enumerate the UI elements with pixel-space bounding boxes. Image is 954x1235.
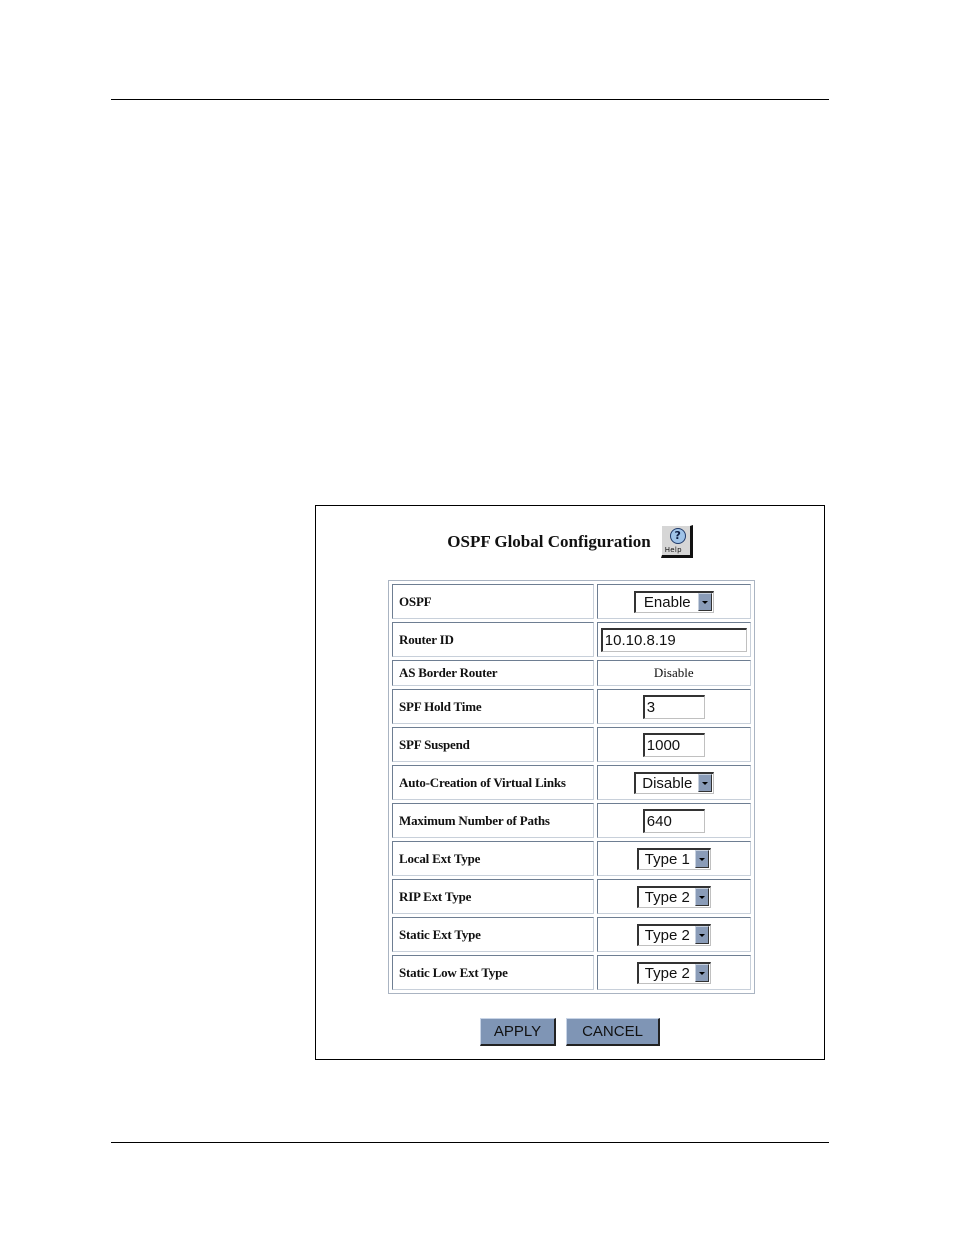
spf-suspend-input[interactable]: 1000 <box>642 732 705 757</box>
static-low-ext-type-select[interactable]: Type 2 <box>636 961 711 984</box>
rip-ext-type-label: RIP Ext Type <box>392 879 594 914</box>
static-ext-type-label: Static Ext Type <box>392 917 594 952</box>
header-rule <box>111 99 829 100</box>
max-paths-label: Maximum Number of Paths <box>392 803 594 838</box>
chevron-down-icon <box>697 593 712 611</box>
local-ext-type-label: Local Ext Type <box>392 841 594 876</box>
chevron-down-icon <box>694 964 709 982</box>
apply-button[interactable]: APPLY <box>480 1018 556 1046</box>
chevron-down-icon <box>694 926 709 944</box>
spf-hold-time-label: SPF Hold Time <box>392 689 594 724</box>
local-ext-type-select[interactable]: Type 1 <box>636 847 711 870</box>
auto-virtual-links-select[interactable]: Disable <box>633 771 714 794</box>
router-id-label: Router ID <box>392 622 594 657</box>
question-mark-icon: ? <box>669 527 686 544</box>
spf-suspend-label: SPF Suspend <box>392 727 594 762</box>
auto-virtual-links-label: Auto-Creation of Virtual Links <box>392 765 594 800</box>
chevron-down-icon <box>694 850 709 868</box>
cancel-button[interactable]: CANCEL <box>566 1018 660 1046</box>
table-row: SPF Hold Time 3 <box>392 689 751 724</box>
footer-rule <box>111 1142 829 1143</box>
page-title: OSPF Global Configuration <box>447 532 651 551</box>
table-row: RIP Ext Type Type 2 <box>392 879 751 914</box>
rip-ext-type-select[interactable]: Type 2 <box>636 885 711 908</box>
chevron-down-icon <box>694 888 709 906</box>
title-row: OSPF Global Configuration ? Help <box>316 521 824 561</box>
table-row: AS Border Router Disable <box>392 660 751 686</box>
ospf-label: OSPF <box>392 584 594 619</box>
as-border-router-value: Disable <box>596 660 751 686</box>
button-row: APPLY CANCEL <box>316 1018 824 1046</box>
config-table: OSPF Enable Router ID 10.10.8.19 AS Bord… <box>388 580 755 994</box>
table-row: Static Low Ext Type Type 2 <box>392 955 751 990</box>
table-row: Maximum Number of Paths 640 <box>392 803 751 838</box>
as-border-router-label: AS Border Router <box>392 660 594 686</box>
spf-hold-time-input[interactable]: 3 <box>642 694 705 719</box>
ospf-select[interactable]: Enable <box>633 590 714 613</box>
table-row: Local Ext Type Type 1 <box>392 841 751 876</box>
max-paths-input[interactable]: 640 <box>642 808 705 833</box>
table-row: Router ID 10.10.8.19 <box>392 622 751 657</box>
static-ext-type-select[interactable]: Type 2 <box>636 923 711 946</box>
chevron-down-icon <box>697 774 712 792</box>
static-low-ext-type-label: Static Low Ext Type <box>392 955 594 990</box>
router-id-input[interactable]: 10.10.8.19 <box>600 627 747 652</box>
table-row: Static Ext Type Type 2 <box>392 917 751 952</box>
table-row: OSPF Enable <box>392 584 751 619</box>
table-row: SPF Suspend 1000 <box>392 727 751 762</box>
help-label: Help <box>664 545 682 554</box>
table-row: Auto-Creation of Virtual Links Disable <box>392 765 751 800</box>
help-button[interactable]: ? Help <box>660 524 693 558</box>
ospf-global-config-panel: OSPF Global Configuration ? Help OSPF En… <box>315 505 825 1060</box>
